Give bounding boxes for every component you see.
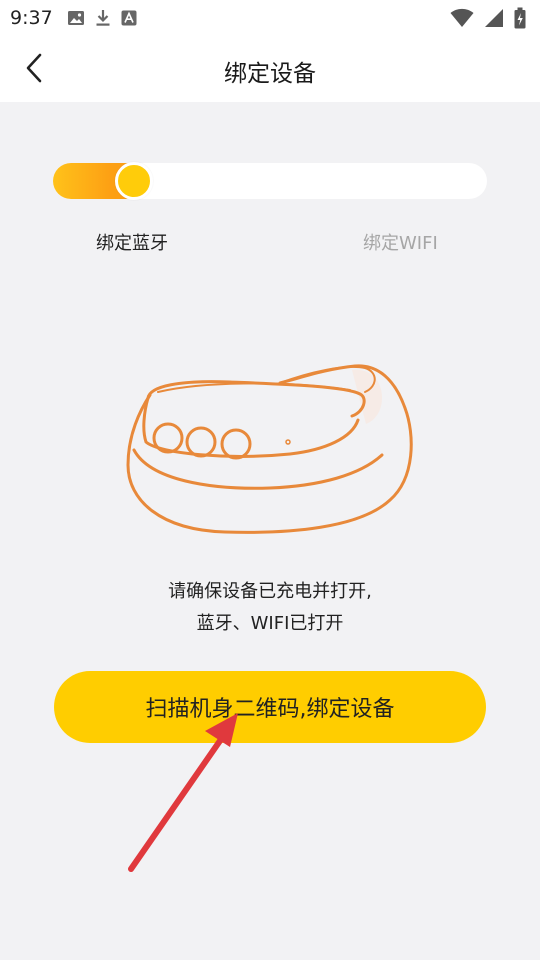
status-bar: 9:37 <box>0 0 540 36</box>
status-notification-icons <box>67 9 137 27</box>
instruction-line-1: 请确保设备已充电并打开, <box>168 581 372 602</box>
status-left: 9:37 <box>10 7 137 29</box>
navigation-bar: 绑定设备 <box>0 36 540 102</box>
scan-qr-bind-label: 扫描机身二维码,绑定设备 <box>145 697 395 722</box>
step-label-wifi: 绑定WIFI <box>363 233 438 254</box>
wifi-icon <box>450 8 474 27</box>
status-time: 9:37 <box>10 7 53 29</box>
binding-progress-track <box>53 162 487 200</box>
download-icon <box>96 10 110 26</box>
image-icon <box>67 11 84 25</box>
binding-progress-knob <box>115 162 153 200</box>
instruction-text: 请确保设备已充电并打开, 蓝牙、WIFI已打开 <box>0 576 540 640</box>
status-right <box>450 7 526 29</box>
smart-device-illustration <box>126 364 413 534</box>
signal-icon <box>485 9 503 27</box>
font-a-icon <box>121 10 137 26</box>
scan-qr-bind-button[interactable]: 扫描机身二维码,绑定设备 <box>54 671 486 743</box>
page-title: 绑定设备 <box>224 61 316 87</box>
battery-charging-icon <box>514 7 526 29</box>
step-label-bluetooth: 绑定蓝牙 <box>96 233 168 254</box>
instruction-line-2: 蓝牙、WIFI已打开 <box>196 613 344 634</box>
